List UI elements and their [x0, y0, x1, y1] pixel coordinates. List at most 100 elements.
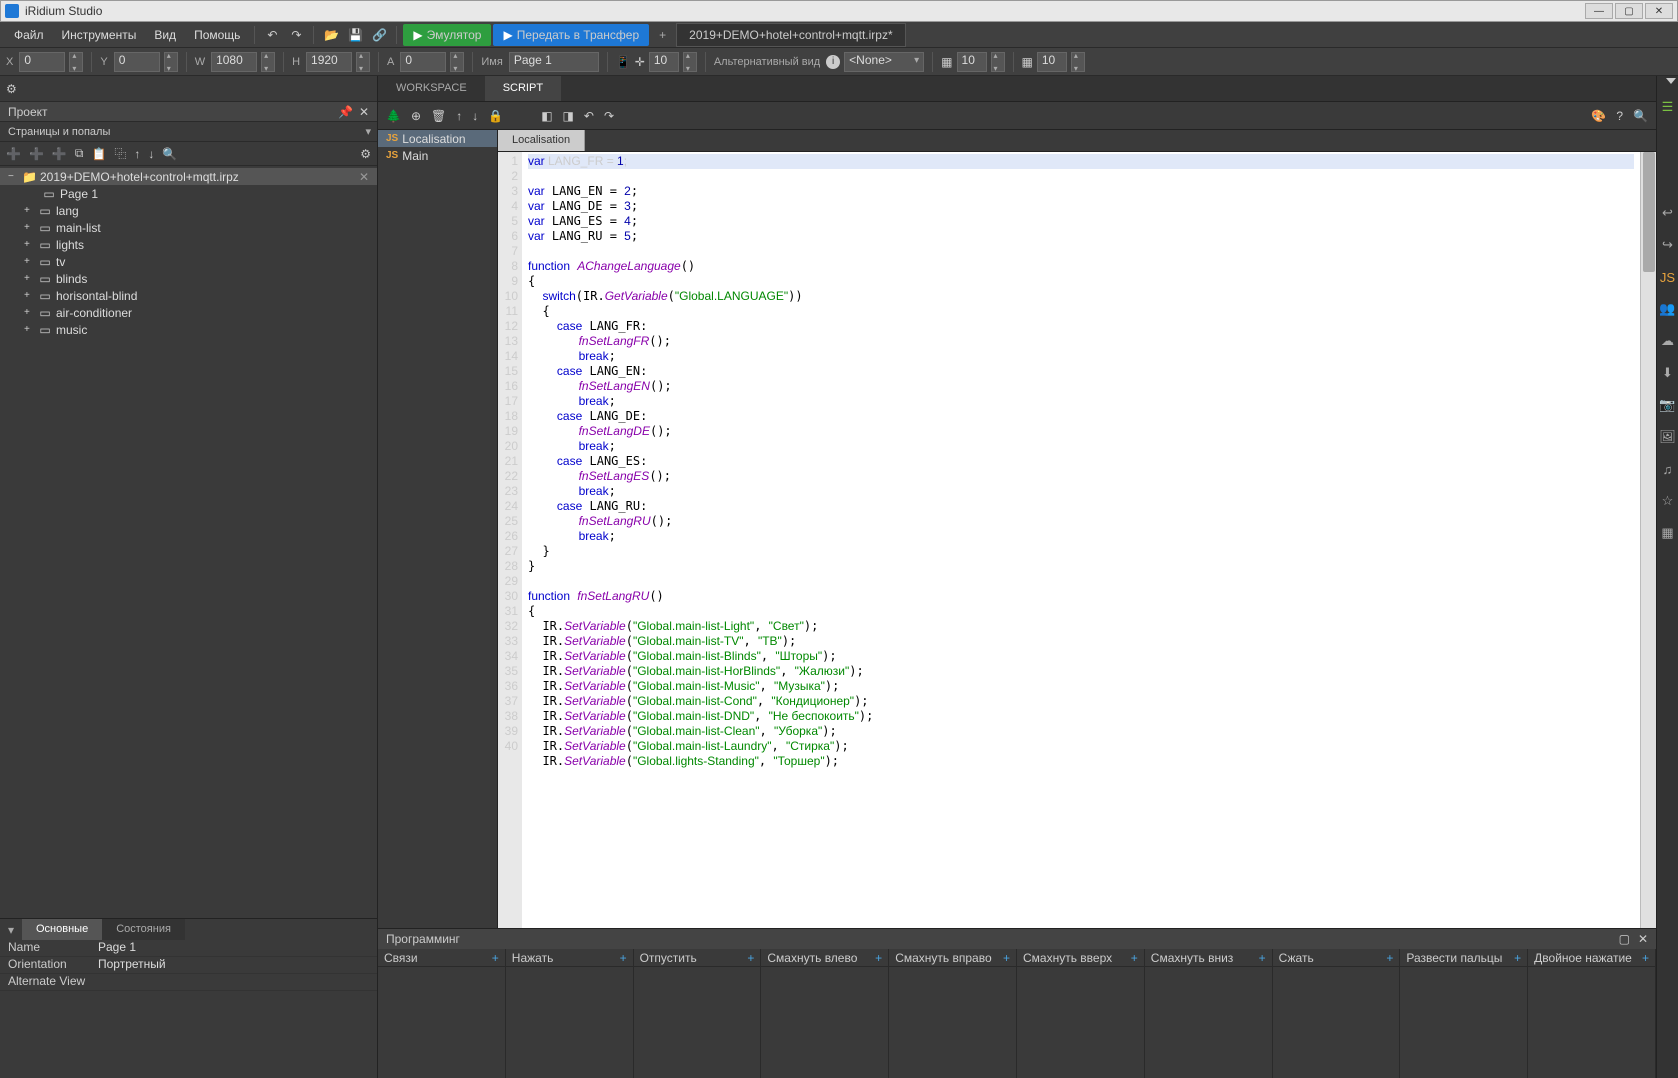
grid2-icon[interactable]: ▦ — [1022, 55, 1033, 69]
code-editor[interactable]: 1234567891011121314151617181920212223242… — [498, 152, 1656, 928]
menu-help[interactable]: Помощь — [186, 24, 248, 46]
w-spinner[interactable] — [261, 52, 275, 72]
paste-icon[interactable]: 📋 — [91, 147, 106, 161]
emulator-button[interactable]: ▶ Эмулятор — [403, 24, 491, 46]
cloud-icon[interactable]: ☁ — [1659, 332, 1677, 350]
prog-add-icon[interactable]: + — [620, 951, 627, 965]
forward-icon[interactable]: ↪ — [1659, 236, 1677, 254]
back-icon[interactable]: ↩ — [1659, 204, 1677, 222]
prog-close-icon[interactable]: ✕ — [1638, 932, 1648, 946]
script-down-icon[interactable]: ↓ — [472, 109, 478, 123]
name-input[interactable]: Page 1 — [509, 52, 599, 72]
move-up-icon[interactable]: ↑ — [134, 147, 140, 161]
alt-select[interactable]: <None> — [844, 52, 924, 72]
search-icon[interactable]: 🔍 — [162, 147, 177, 161]
open-button[interactable]: 📂 — [320, 24, 342, 46]
search2-icon[interactable]: 🔍 — [1633, 109, 1648, 123]
tree-close-icon[interactable]: ✕ — [359, 170, 369, 184]
menu-file[interactable]: Файл — [6, 24, 52, 46]
prog-add-icon[interactable]: + — [1003, 951, 1010, 965]
script-item[interactable]: JSLocalisation — [378, 130, 497, 147]
menu-view[interactable]: Вид — [146, 24, 184, 46]
snap-spinner[interactable] — [683, 52, 697, 72]
y-input[interactable]: 0 — [114, 52, 160, 72]
tree-icon[interactable]: 🌲 — [386, 109, 401, 123]
save-button[interactable]: 💾 — [344, 24, 366, 46]
device-icon[interactable]: 📱 — [616, 55, 631, 69]
a-spinner[interactable] — [450, 52, 464, 72]
prop-chev-icon[interactable]: ▾ — [0, 919, 22, 940]
lock-icon[interactable]: 🔒 — [488, 109, 503, 123]
delete-script-icon[interactable]: 🗑 — [431, 109, 446, 123]
snippet1-icon[interactable]: ◧ — [541, 109, 552, 123]
h-input[interactable]: 1920 — [306, 52, 352, 72]
grid1-spinner[interactable] — [991, 52, 1005, 72]
prog-add-icon[interactable]: + — [875, 951, 882, 965]
prop-val[interactable] — [92, 974, 377, 990]
add-folder-icon[interactable]: ➕ — [52, 147, 67, 161]
tab-workspace[interactable]: WORKSPACE — [378, 76, 485, 101]
x-spinner[interactable] — [69, 52, 83, 72]
share-button[interactable]: 🔗 — [368, 24, 390, 46]
tree-item[interactable]: +▭music — [0, 321, 377, 338]
prop-val[interactable]: Page 1 — [92, 940, 377, 956]
image-icon[interactable]: 🖼 — [1659, 428, 1677, 446]
layers-icon[interactable]: ☰ — [1659, 98, 1677, 116]
add-tab-button[interactable]: + — [651, 24, 674, 46]
grid2-spinner[interactable] — [1071, 52, 1085, 72]
gear-icon[interactable]: ⚙ — [6, 82, 17, 96]
minimize-button[interactable]: — — [1585, 3, 1613, 19]
copy-icon[interactable]: ⧉ — [75, 146, 84, 161]
duplicate-icon[interactable]: ⿻ — [114, 145, 126, 162]
add-script-icon[interactable]: ⊕ — [411, 109, 421, 123]
prog-add-icon[interactable]: + — [1131, 951, 1138, 965]
prog-add-icon[interactable]: + — [1386, 951, 1393, 965]
tree-root[interactable]: −📁 2019+DEMO+hotel+control+mqtt.irpz ✕ — [0, 168, 377, 185]
sidebar-collapse-icon[interactable] — [1666, 78, 1676, 84]
menu-tools[interactable]: Инструменты — [54, 24, 145, 46]
js-icon[interactable]: JS — [1659, 268, 1677, 286]
grid1-input[interactable]: 10 — [957, 52, 987, 72]
tree-item[interactable]: ▭Page 1 — [0, 185, 377, 202]
star-icon[interactable]: ☆ — [1659, 492, 1677, 510]
prog-add-icon[interactable]: + — [1514, 951, 1521, 965]
tree-item[interactable]: +▭lights — [0, 236, 377, 253]
redo2-icon[interactable]: ↷ — [604, 109, 614, 123]
tab-script[interactable]: SCRIPT — [485, 76, 561, 101]
prog-max-icon[interactable]: ▢ — [1619, 932, 1630, 946]
code-tab-localisation[interactable]: Localisation — [498, 130, 585, 151]
camera-icon[interactable]: 📷 — [1659, 396, 1677, 414]
tree-item[interactable]: +▭air-conditioner — [0, 304, 377, 321]
redo-button[interactable]: ↷ — [285, 24, 307, 46]
crosshair-icon[interactable]: ✛ — [635, 55, 645, 69]
tree-item[interactable]: +▭blinds — [0, 270, 377, 287]
pages-popups-header[interactable]: Страницы и попалы — [0, 122, 377, 142]
tree-item[interactable]: +▭main-list — [0, 219, 377, 236]
users-icon[interactable]: 👥 — [1659, 300, 1677, 318]
prop-tab-main[interactable]: Основные — [22, 919, 102, 940]
document-tab[interactable]: 2019+DEMO+hotel+control+mqtt.irpz* — [676, 23, 905, 47]
grid2-input[interactable]: 10 — [1037, 52, 1067, 72]
x-input[interactable]: 0 — [19, 52, 65, 72]
info-icon[interactable]: i — [826, 55, 840, 69]
grid1-icon[interactable]: ▦ — [941, 55, 952, 69]
tree-gear-icon[interactable]: ⚙ — [360, 147, 371, 161]
panel-close-icon[interactable]: ✕ — [359, 105, 369, 119]
tree-item[interactable]: +▭tv — [0, 253, 377, 270]
close-button[interactable]: ✕ — [1645, 3, 1673, 19]
script-item[interactable]: JSMain — [378, 147, 497, 164]
help-icon[interactable]: ? — [1616, 109, 1623, 123]
script-up-icon[interactable]: ↑ — [456, 109, 462, 123]
undo-button[interactable]: ↶ — [261, 24, 283, 46]
color-icon[interactable]: 🎨 — [1591, 109, 1606, 123]
scrollbar-vertical[interactable] — [1640, 152, 1656, 928]
w-input[interactable]: 1080 — [211, 52, 257, 72]
snap-input[interactable]: 10 — [649, 52, 679, 72]
prop-val[interactable]: Портретный — [92, 957, 377, 973]
add-page-icon[interactable]: ➕ — [6, 147, 21, 161]
a-input[interactable]: 0 — [400, 52, 446, 72]
music-icon[interactable]: ♫ — [1659, 460, 1677, 478]
prog-add-icon[interactable]: + — [1642, 951, 1649, 965]
transfer-button[interactable]: ▶ Передать в Трансфер — [493, 24, 649, 46]
h-spinner[interactable] — [356, 52, 370, 72]
